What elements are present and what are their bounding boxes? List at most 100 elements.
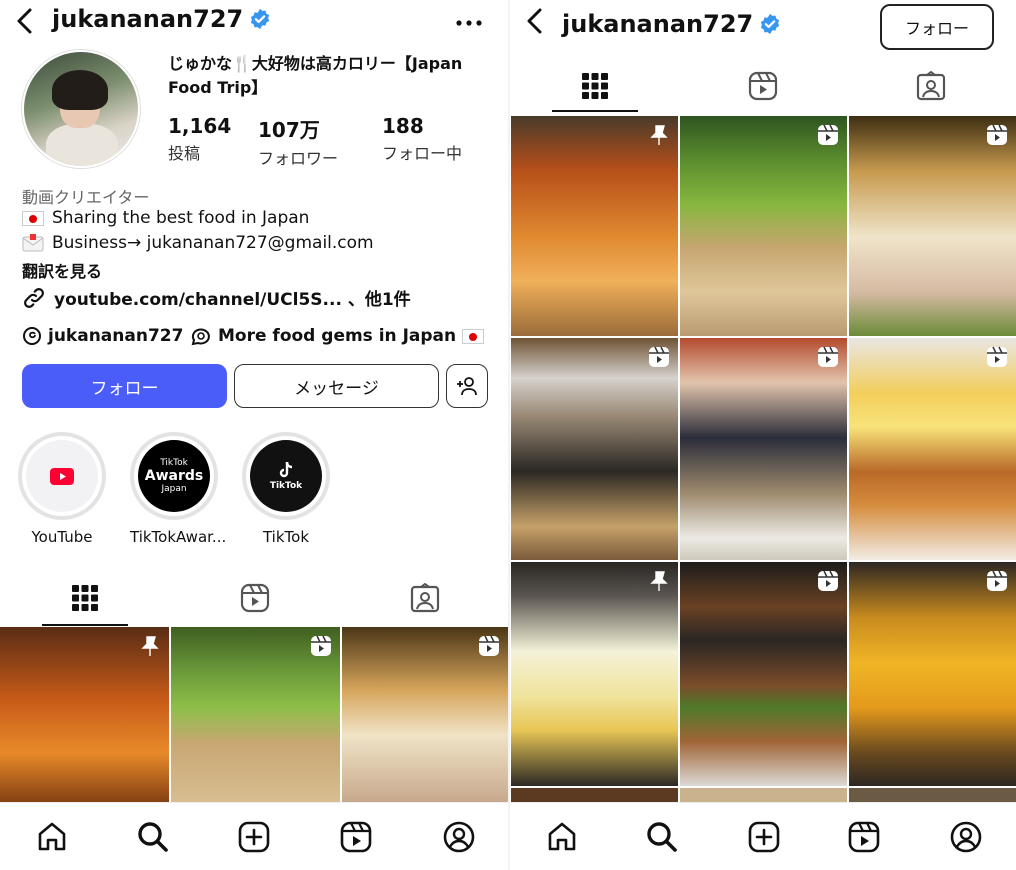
awards-bot-text: Japan xyxy=(161,484,187,494)
reel-icon xyxy=(649,346,669,367)
tiktok-icon xyxy=(279,461,293,478)
nav-search[interactable] xyxy=(642,817,682,857)
posts-label: 投稿 xyxy=(168,144,201,163)
profile-screen-right: jukananan727 フォロー xyxy=(510,0,1016,870)
tagged-icon xyxy=(410,583,440,613)
bottom-navigation xyxy=(510,802,1016,870)
bio-line-food: Sharing the best food in Japan xyxy=(22,208,309,228)
post-thumbnail[interactable] xyxy=(680,562,847,786)
tab-reels[interactable] xyxy=(720,62,806,110)
reel-icon xyxy=(987,570,1007,591)
reels-icon xyxy=(340,821,372,853)
threads-icon xyxy=(23,327,41,345)
highlight-label: TikTokAwar... xyxy=(130,528,227,546)
post-thumbnail[interactable] xyxy=(849,338,1016,560)
follow-button[interactable]: フォロー xyxy=(880,4,994,50)
profile-icon xyxy=(950,821,982,853)
nav-reels[interactable] xyxy=(844,817,884,857)
stat-followers[interactable]: 107万 フォロワー xyxy=(258,114,338,169)
post-thumbnail[interactable] xyxy=(849,562,1016,786)
verified-badge-icon xyxy=(251,8,270,30)
search-icon xyxy=(138,822,168,852)
nav-reels[interactable] xyxy=(336,817,376,857)
follow-button[interactable]: フォロー xyxy=(22,364,227,408)
post-thumbnail[interactable] xyxy=(342,627,508,807)
nav-profile[interactable] xyxy=(946,817,986,857)
back-button[interactable] xyxy=(8,4,42,38)
post-thumbnail[interactable] xyxy=(680,116,847,336)
post-thumbnail[interactable] xyxy=(680,338,847,560)
threads-chat-icon xyxy=(191,328,210,346)
bio-text-2: Business→ jukananan727@gmail.com xyxy=(52,233,374,253)
ellipsis-icon xyxy=(456,20,482,26)
post-thumbnail[interactable] xyxy=(511,338,678,560)
threads-handle: jukananan727 xyxy=(48,326,184,346)
suggest-users-button[interactable] xyxy=(446,364,488,408)
tab-tagged[interactable] xyxy=(382,574,468,622)
threads-badge[interactable]: jukananan727 xyxy=(22,326,183,346)
back-button[interactable] xyxy=(518,4,552,38)
gems-text: More food gems in Japan xyxy=(218,326,457,346)
nav-create[interactable] xyxy=(744,817,784,857)
nav-profile[interactable] xyxy=(439,817,479,857)
post-thumbnail[interactable] xyxy=(171,627,340,807)
chevron-left-icon xyxy=(527,8,542,34)
reels-icon xyxy=(748,71,778,101)
scrolled-header: jukananan727 フォロー xyxy=(510,0,1016,52)
profile-header: jukananan727 xyxy=(0,0,508,52)
post-thumbnail[interactable] xyxy=(511,562,678,786)
post-thumbnail[interactable] xyxy=(849,116,1016,336)
home-icon xyxy=(38,822,66,851)
reel-icon xyxy=(987,346,1007,367)
more-options-button[interactable] xyxy=(456,8,482,33)
profile-display-name: じゅかな🍴大好物は高カロリー【Japan Food Trip】 xyxy=(168,54,463,97)
japan-flag-icon xyxy=(462,328,485,344)
nav-home[interactable] xyxy=(32,817,72,857)
followers-label: フォロワー xyxy=(258,149,339,168)
stat-following[interactable]: 188 フォロー中 xyxy=(382,114,462,164)
tab-tagged[interactable] xyxy=(888,62,974,110)
chevron-left-icon xyxy=(17,8,32,34)
profile-tabs xyxy=(510,62,1016,112)
reel-icon xyxy=(311,635,331,656)
bio-line-business: Business→ jukananan727@gmail.com xyxy=(22,233,374,253)
following-label: フォロー中 xyxy=(382,144,463,163)
profile-screen-left: jukananan727 じゅかな🍴大好物は高カロリー【Japan Food T… xyxy=(0,0,508,870)
profile-icon xyxy=(443,821,475,853)
grid-icon xyxy=(72,585,98,611)
bottom-navigation xyxy=(0,802,508,870)
awards-mid-text: Awards xyxy=(144,468,204,484)
profile-category: 動画クリエイター xyxy=(22,188,150,207)
nav-create[interactable] xyxy=(234,817,274,857)
post-thumbnail[interactable] xyxy=(511,116,678,336)
tab-grid[interactable] xyxy=(552,62,638,110)
posts-count: 1,164 xyxy=(168,114,232,138)
tab-grid[interactable] xyxy=(42,574,128,622)
highlight-youtube[interactable]: YouTube xyxy=(18,432,106,546)
username-text: jukananan727 xyxy=(52,5,244,33)
message-button[interactable]: メッセージ xyxy=(234,364,439,408)
threads-post-badge[interactable]: More food gems in Japan xyxy=(190,326,485,346)
highlight-label: TikTok xyxy=(262,528,310,546)
see-translation-link[interactable]: 翻訳を見る xyxy=(22,258,102,282)
highlight-tiktok-awards[interactable]: TikTok Awards Japan TikTokAwar... xyxy=(130,432,227,546)
home-icon xyxy=(548,822,576,851)
reel-icon xyxy=(479,635,499,656)
highlight-tiktok[interactable]: TikTok TikTok xyxy=(242,432,330,546)
nav-home[interactable] xyxy=(542,817,582,857)
japan-flag-icon xyxy=(22,210,44,226)
following-count: 188 xyxy=(382,114,424,138)
pinned-icon xyxy=(650,571,668,591)
username-text: jukananan727 xyxy=(562,10,754,38)
stat-posts[interactable]: 1,164 投稿 xyxy=(168,114,231,164)
nav-search[interactable] xyxy=(133,817,173,857)
post-thumbnail[interactable] xyxy=(0,627,169,807)
add-person-icon xyxy=(457,377,477,396)
profile-avatar[interactable] xyxy=(22,50,140,168)
reel-icon xyxy=(818,124,838,145)
pinned-icon xyxy=(650,125,668,145)
envelope-icon xyxy=(22,234,44,252)
tab-reels[interactable] xyxy=(212,574,298,622)
youtube-icon xyxy=(50,467,74,485)
profile-link[interactable]: youtube.com/channel/UCl5S... 、他1件 xyxy=(22,285,411,310)
